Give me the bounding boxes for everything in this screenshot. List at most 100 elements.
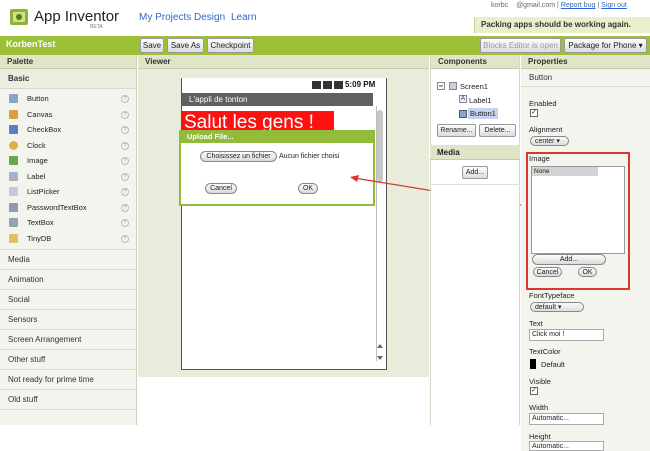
visible-checkbox[interactable]: ✓ — [530, 387, 538, 395]
package-for-phone-button[interactable]: Package for Phone ▾ — [564, 38, 647, 53]
help-icon[interactable]: ? — [121, 95, 129, 103]
palette-category-other-stuff[interactable]: Other stuff — [0, 350, 136, 370]
image-icon — [9, 156, 18, 165]
media-add-button[interactable]: Add... — [462, 166, 488, 179]
image-asset-list[interactable] — [531, 166, 625, 254]
help-icon[interactable]: ? — [121, 219, 129, 227]
tree-label1[interactable]: Label1 — [469, 96, 492, 105]
textcolor-swatch[interactable] — [530, 359, 536, 369]
viewer-title: Viewer — [138, 55, 429, 69]
prop-visible-label: Visible — [529, 377, 551, 386]
upload-cancel-button[interactable]: Cancel — [205, 183, 237, 194]
image-add-button[interactable]: Add... — [532, 254, 606, 265]
tree-screen1[interactable]: Screen1 — [460, 82, 488, 91]
button-icon — [459, 110, 467, 118]
checkbox-icon — [9, 125, 18, 134]
listpicker-icon — [9, 187, 18, 196]
user-email-domain: @gmail.com — [516, 2, 556, 9]
palette-item-passwordtextbox[interactable]: PasswordTextBox? — [0, 200, 136, 216]
prop-width-label: Width — [529, 403, 549, 412]
enabled-checkbox[interactable]: ✓ — [530, 109, 538, 117]
palette-category-old-stuff[interactable]: Old stuff — [0, 390, 136, 410]
palette-item-label: TinyDB — [27, 233, 52, 243]
label-icon: A — [459, 95, 467, 103]
nav-learn[interactable]: Learn — [231, 12, 257, 23]
label-icon — [9, 171, 18, 181]
help-icon[interactable]: ? — [121, 234, 129, 243]
palette-item-label: CheckBox — [27, 125, 62, 134]
text-input[interactable]: Click moi ! — [529, 329, 604, 341]
palette-category-media[interactable]: Media — [0, 250, 136, 270]
help-icon[interactable]: ? — [121, 126, 129, 134]
help-icon[interactable]: ? — [121, 172, 129, 181]
palette-item-canvas[interactable]: Canvas? — [0, 107, 136, 123]
tree-button1[interactable]: Button1 — [468, 108, 498, 119]
palette-item-checkbox[interactable]: CheckBox? — [0, 122, 136, 138]
properties-title: Properties — [521, 55, 650, 69]
palette-item-label: Image — [27, 156, 48, 165]
palette-item-label: PasswordTextBox — [27, 202, 87, 212]
textcolor-value[interactable]: Default — [541, 360, 565, 369]
help-icon[interactable]: ? — [121, 141, 129, 150]
palette-item-textbox[interactable]: TextBox? — [0, 215, 136, 231]
user-links: korbc @gmail.com | Report bug | Sign out — [491, 2, 627, 9]
help-icon[interactable]: ? — [121, 157, 129, 165]
palette-item-button[interactable]: Button? — [0, 91, 136, 107]
report-bug-link[interactable]: Report bug — [561, 2, 596, 9]
rename-button[interactable]: Rename... — [437, 124, 476, 137]
database-icon — [9, 233, 18, 243]
help-icon[interactable]: ? — [121, 188, 129, 196]
palette-item-label: Button — [27, 94, 49, 103]
screen-icon — [449, 82, 457, 90]
palette-item-image[interactable]: Image? — [0, 153, 136, 169]
help-icon[interactable]: ? — [121, 203, 129, 212]
beta-label: BETA — [90, 24, 103, 30]
height-input[interactable]: Automatic... — [529, 441, 604, 451]
help-icon[interactable]: ? — [121, 110, 129, 119]
palette-item-clock[interactable]: Clock? — [0, 138, 136, 154]
image-ok-button[interactable]: OK — [578, 267, 597, 277]
palette-item-label[interactable]: Label? — [0, 169, 136, 185]
palette-panel: Palette Basic Button? Canvas? CheckBox? … — [0, 55, 137, 425]
palette-item-label: Label — [27, 171, 46, 181]
prop-alignment-label: Alignment — [529, 125, 563, 134]
nav-design[interactable]: Design — [194, 12, 225, 23]
palette-category-social[interactable]: Social — [0, 290, 136, 310]
notice-banner: Packing apps should be working again. — [474, 17, 650, 33]
palette-item-label: Canvas — [27, 109, 53, 119]
top-header: App Inventor BETA My Projects Design Lea… — [0, 0, 650, 36]
fonttypeface-select[interactable]: default ▾ — [530, 302, 584, 312]
image-option-none[interactable]: None — [532, 167, 598, 176]
delete-button[interactable]: Delete... — [479, 124, 516, 137]
alignment-select[interactable]: center ▾ — [530, 136, 569, 146]
prop-text-label: Text — [529, 319, 543, 328]
width-input[interactable]: Automatic... — [529, 413, 604, 425]
palette-category-screen-arrangement[interactable]: Screen Arrangement — [0, 330, 136, 350]
scroll-arrows-icon[interactable] — [376, 342, 384, 362]
palette-category-sensors[interactable]: Sensors — [0, 310, 136, 330]
phone-clock: 5:09 PM — [345, 80, 376, 89]
checkpoint-button[interactable]: Checkpoint — [207, 38, 254, 53]
image-cancel-button[interactable]: Cancel — [533, 267, 562, 277]
save-button[interactable]: Save — [140, 38, 164, 53]
phone-app-title: L'appli de tonton — [182, 93, 373, 106]
save-as-button[interactable]: Save As — [167, 38, 204, 53]
status-icons — [312, 81, 343, 89]
components-title: Components — [431, 55, 519, 69]
palette-item-listpicker[interactable]: ListPicker? — [0, 184, 136, 200]
media-title: Media — [430, 145, 520, 160]
blocks-editor-button[interactable]: Blocks Editor is open — [480, 38, 561, 53]
palette-category-not-ready[interactable]: Not ready for prime time — [0, 370, 136, 390]
project-name: KorbenTest — [6, 39, 56, 49]
button-icon — [9, 94, 18, 103]
palette-item-label: Clock — [27, 140, 46, 150]
upload-ok-button[interactable]: OK — [298, 183, 318, 194]
sign-out-link[interactable]: Sign out — [601, 2, 627, 9]
palette-category-basic[interactable]: Basic — [0, 69, 136, 89]
choose-file-button[interactable]: Choisissez un fichier — [200, 151, 277, 162]
tree-collapse-icon[interactable] — [437, 82, 446, 91]
nav-my-projects[interactable]: My Projects — [139, 12, 191, 23]
palette-category-animation[interactable]: Animation — [0, 270, 136, 290]
palette-item-tinydb[interactable]: TinyDB? — [0, 231, 136, 247]
palette-title: Palette — [0, 55, 136, 69]
